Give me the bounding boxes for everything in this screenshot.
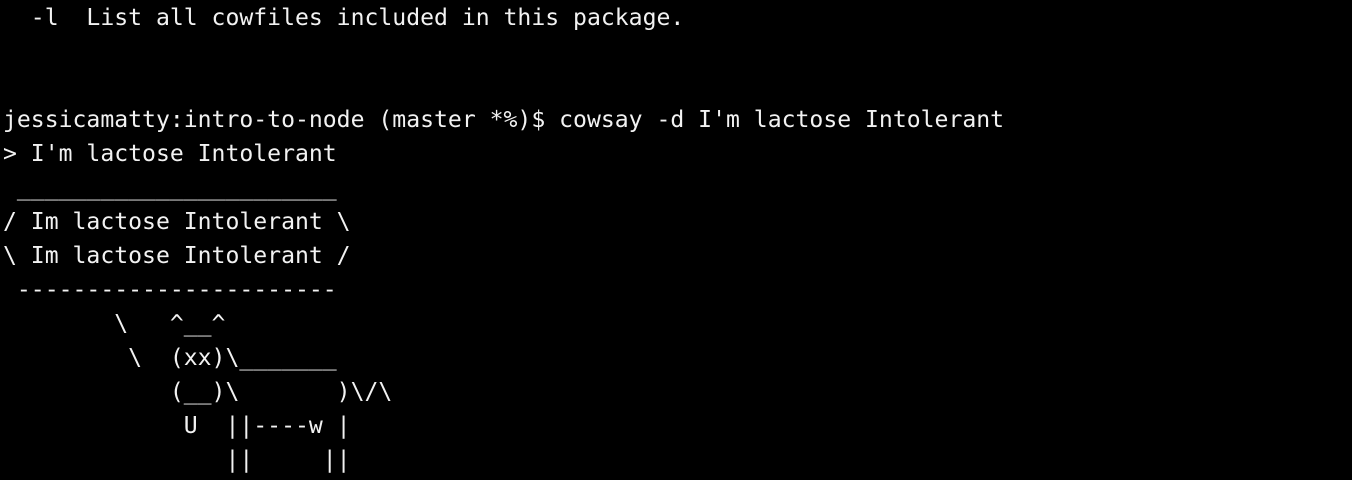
speech-bubble-line: \ Im lactose Intolerant / bbox=[3, 243, 351, 269]
help-output-line: -l List all cowfiles included in this pa… bbox=[3, 5, 685, 31]
speech-bubble-top: _______________________ bbox=[3, 175, 337, 201]
cow-art-line: U ||----w | bbox=[3, 413, 351, 439]
cow-art-line: (__)\ )\/\ bbox=[3, 379, 393, 405]
cow-art-line: \ ^__^ bbox=[3, 311, 226, 337]
shell-continuation-line: > I'm lactose Intolerant bbox=[3, 141, 337, 167]
terminal-window[interactable]: -l List all cowfiles included in this pa… bbox=[3, 1, 1349, 477]
cow-art-line: || || bbox=[3, 447, 351, 473]
speech-bubble-bottom: ----------------------- bbox=[3, 277, 337, 303]
cow-art-line: \ (xx)\_______ bbox=[3, 345, 337, 371]
speech-bubble-line: / Im lactose Intolerant \ bbox=[3, 209, 351, 235]
command-prompt-line: jessicamatty:intro-to-node (master *%)$ … bbox=[3, 107, 1005, 133]
